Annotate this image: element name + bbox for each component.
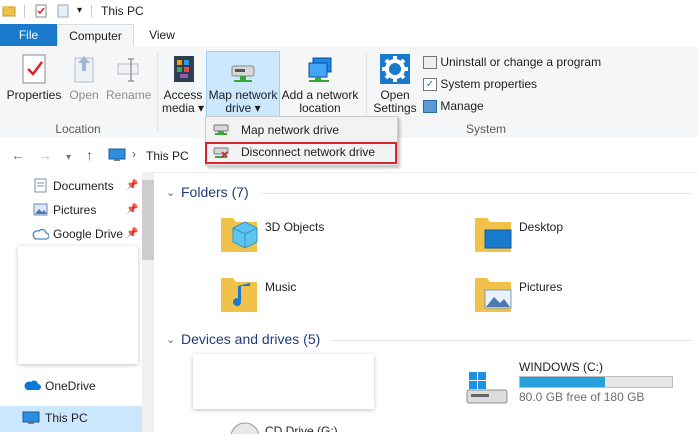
uninstall-label: Uninstall or change a program — [440, 55, 602, 69]
tab-view[interactable]: View — [134, 24, 190, 46]
system-properties-button[interactable]: ✓ System properties — [423, 77, 538, 92]
new-folder-quick-icon[interactable] — [56, 4, 70, 18]
pin-icon[interactable]: 📌 — [126, 228, 138, 239]
properties-quick-icon[interactable] — [34, 4, 48, 18]
pictures-icon — [33, 203, 48, 219]
divider — [331, 340, 692, 341]
drive-free-space: 80.0 GB free of 180 GB — [519, 390, 645, 404]
separator — [91, 5, 92, 18]
chevron-down-icon[interactable]: ▾ — [77, 5, 82, 16]
nav-item-pictures[interactable]: Pictures — [53, 202, 96, 218]
access-media-button[interactable]: Access media ▾ — [160, 52, 206, 115]
nav-item-documents[interactable]: Documents — [53, 178, 114, 194]
windows-drive-icon — [465, 370, 509, 409]
redacted-panel — [18, 246, 138, 364]
this-pc-icon — [22, 411, 40, 428]
nav-item-this-pc[interactable]: This PC — [45, 410, 88, 426]
redacted-drive-tile — [193, 354, 374, 409]
rename-label: Rename — [106, 88, 152, 102]
divider — [262, 193, 692, 194]
partial-drive-label[interactable]: CD Drive (G:) — [265, 424, 338, 432]
rename-button[interactable]: Rename — [106, 52, 152, 102]
folder-desktop-icon — [473, 212, 513, 259]
nav-item-google-drive[interactable]: Google Drive — [53, 226, 123, 242]
open-settings-label-2: Settings — [373, 101, 417, 115]
tab-computer[interactable]: Computer — [57, 24, 134, 46]
manage-icon — [423, 100, 437, 114]
drive-usage-fill — [520, 377, 605, 387]
chevron-down-icon[interactable]: ▾ — [66, 151, 71, 165]
network-drive-icon — [206, 52, 280, 89]
uninstall-icon — [423, 56, 437, 70]
access-media-label-2: media ▾ — [161, 101, 205, 115]
drive-name[interactable]: WINDOWS (C:) — [519, 360, 603, 374]
tab-file[interactable]: File — [0, 24, 57, 46]
menu-item-map-network-drive[interactable]: Map network drive — [241, 119, 391, 141]
properties-label: Properties — [6, 88, 62, 102]
nav-item-onedrive[interactable]: OneDrive — [45, 378, 96, 394]
this-pc-address-icon — [108, 148, 126, 165]
gear-icon — [370, 52, 420, 89]
open-settings-button[interactable]: Open Settings — [370, 52, 420, 115]
folder-music-icon — [219, 272, 259, 319]
add-network-location-button[interactable]: Add a network location — [281, 52, 359, 115]
open-button[interactable]: Open — [66, 52, 102, 102]
onedrive-cloud-icon — [23, 379, 41, 394]
add-network-location-label-2: location — [299, 101, 341, 115]
system-properties-icon: ✓ — [423, 78, 437, 92]
rename-icon — [106, 52, 150, 89]
folder-label[interactable]: Pictures — [519, 280, 562, 294]
window-title: This PC — [101, 4, 144, 18]
up-arrow-icon[interactable]: ↑ — [86, 148, 93, 162]
map-network-drive-button[interactable]: Map network drive ▾ — [206, 52, 280, 115]
devices-section-title[interactable]: Devices and drives (5) — [181, 331, 320, 347]
forward-arrow-icon[interactable]: → — [38, 148, 52, 162]
folder-pictures-icon — [473, 272, 513, 319]
uninstall-program-button[interactable]: Uninstall or change a program — [423, 55, 602, 70]
folder-label[interactable]: 3D Objects — [265, 220, 324, 234]
group-label-system: System — [465, 122, 506, 136]
folders-section-title[interactable]: Folders (7) — [181, 184, 249, 200]
breadcrumb-this-pc[interactable]: This PC — [146, 149, 189, 163]
system-properties-label: System properties — [440, 77, 538, 91]
folder-label[interactable]: Desktop — [519, 220, 563, 234]
network-location-icon — [281, 52, 359, 89]
folder-icon — [2, 4, 16, 18]
properties-button[interactable]: Properties — [6, 52, 62, 102]
open-label: Open — [69, 88, 99, 102]
map-network-drive-label-2: drive ▾ — [225, 101, 261, 115]
folder-3d-objects-icon — [219, 212, 259, 259]
nav-scrollbar-thumb[interactable] — [142, 180, 154, 260]
chevron-down-icon[interactable]: ⌄ — [166, 186, 175, 199]
manage-button[interactable]: Manage — [423, 99, 484, 114]
pin-icon[interactable]: 📌 — [126, 180, 138, 191]
cloud-icon — [32, 228, 50, 243]
document-icon — [34, 178, 47, 196]
properties-icon — [6, 52, 62, 89]
chevron-down-icon[interactable]: ⌄ — [166, 333, 175, 346]
access-media-icon — [160, 52, 206, 89]
highlight-box — [205, 142, 397, 164]
separator — [24, 5, 25, 18]
folder-label[interactable]: Music — [265, 280, 296, 294]
group-separator — [157, 52, 158, 132]
open-icon — [66, 52, 102, 89]
group-label-location: Location — [55, 122, 101, 136]
map-drive-icon — [213, 123, 229, 138]
breadcrumb-separator: › — [132, 147, 136, 161]
cd-drive-icon — [230, 422, 260, 437]
manage-label: Manage — [440, 99, 484, 113]
back-arrow-icon[interactable]: ← — [11, 148, 25, 162]
pin-icon[interactable]: 📌 — [126, 204, 138, 215]
